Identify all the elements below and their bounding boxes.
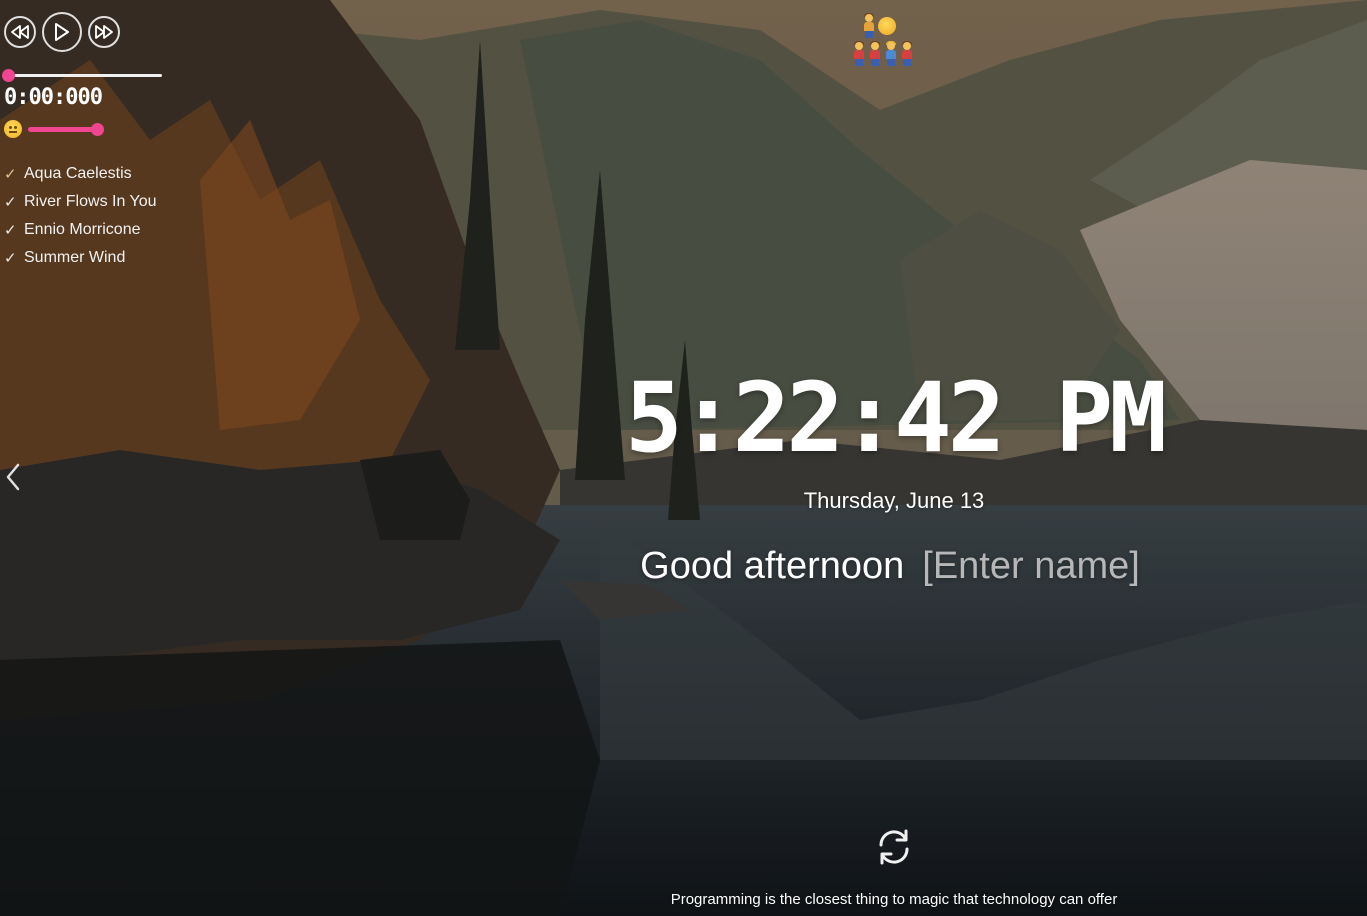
audio-player: 0:00:000 ✓ Aqua Caelestis ✓ River Flows … [2,12,174,272]
elapsed-time: 0:00:000 [4,85,103,110]
couple-emoji-icon [868,41,882,66]
clock-time: 5:22:42 PM [625,362,1167,474]
progress-knob[interactable] [2,69,15,82]
volume-knob[interactable] [91,122,104,136]
couple-emoji-icon [884,41,898,66]
playlist-item[interactable]: ✓ River Flows In You [4,188,174,216]
name-input[interactable]: [Enter name] [922,545,1140,587]
couple-emoji-icon [900,41,914,66]
playlist-item[interactable]: ✓ Ennio Morricone [4,216,174,244]
volume-slider[interactable] [28,122,104,136]
check-icon: ✓ [4,166,17,183]
playlist-item-title: River Flows In You [24,193,157,210]
player-controls [4,12,174,52]
couple-emoji-icon [852,41,866,66]
playlist-item[interactable]: ✓ Summer Wind [4,244,174,272]
clock-date: Thursday, June 13 [803,488,985,513]
emoji-decoration [852,12,916,68]
greeting: Good afternoon [Enter name] [560,545,1220,588]
fast-forward-icon [95,25,113,39]
playlist-item-title: Ennio Morricone [24,221,141,238]
refresh-icon[interactable] [875,828,913,866]
volume-control [4,120,174,138]
check-icon: ✓ [4,222,17,239]
greeting-text: Good afternoon [640,545,905,587]
play-button[interactable] [42,12,82,52]
playlist-item[interactable]: ✓ Aqua Caelestis [4,160,174,188]
next-track-button[interactable] [88,16,120,48]
rewind-icon [11,25,29,39]
check-icon: ✓ [4,250,17,267]
playlist-item-title: Summer Wind [24,249,126,266]
playlist-item-title: Aqua Caelestis [24,165,132,182]
person-emoji-icon [862,13,876,38]
weary-face-emoji-icon [878,17,896,35]
playlist: ✓ Aqua Caelestis ✓ River Flows In You ✓ … [4,160,174,272]
previous-track-button[interactable] [4,16,36,48]
chevron-left-icon[interactable] [4,462,22,492]
track-progress-slider[interactable] [2,69,162,82]
quote-text: Programming is the closest thing to magi… [670,891,1118,908]
check-icon: ✓ [4,194,17,211]
play-icon [55,23,69,41]
emoji-volume-icon[interactable] [4,120,22,138]
